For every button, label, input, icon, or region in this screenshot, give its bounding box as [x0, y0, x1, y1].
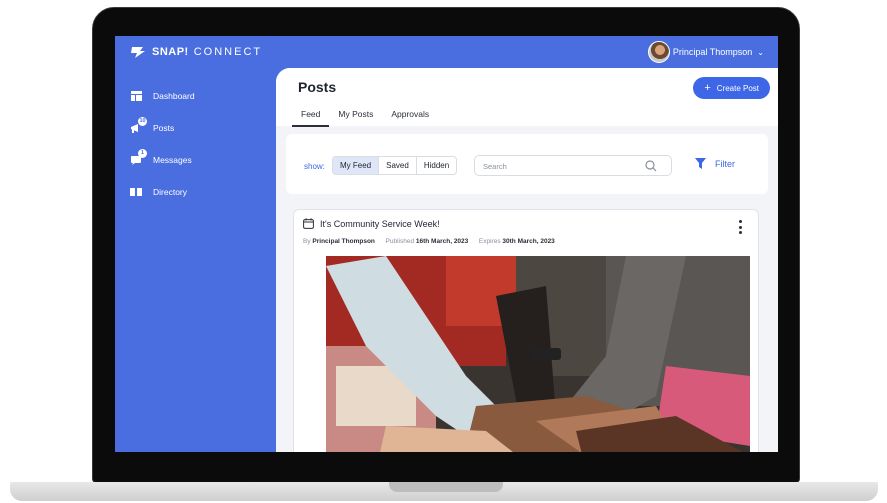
- chevron-down-icon: ⌄: [757, 47, 764, 57]
- dashboard-icon: [129, 90, 143, 102]
- filter-funnel-icon: [695, 158, 706, 169]
- post-card[interactable]: It's Community Service Week! By Principa…: [293, 209, 759, 452]
- filter-bar: show: My Feed Saved Hidden Search Filter: [286, 134, 768, 194]
- published-label: Published: [385, 238, 415, 245]
- app-logo[interactable]: SNAP! CONNECT: [129, 44, 262, 60]
- snap-logo-icon: [131, 47, 145, 58]
- user-name: Principal Thompson: [672, 47, 753, 57]
- feed-filter-toggle: My Feed Saved Hidden: [332, 156, 458, 175]
- saved-option[interactable]: Saved: [379, 157, 417, 174]
- brand-name-bold: SNAP!: [152, 46, 189, 58]
- tab-my-posts[interactable]: My Posts: [329, 106, 382, 127]
- show-label: show:: [304, 162, 325, 171]
- my-feed-option[interactable]: My Feed: [333, 157, 380, 174]
- sidebar-item-label: Posts: [153, 123, 175, 133]
- main-content: Posts + Create Post Feed My Posts Approv…: [276, 68, 778, 452]
- post-image: [326, 256, 750, 452]
- sidebar-item-label: Messages: [153, 155, 192, 165]
- sidebar-item-dashboard[interactable]: Dashboard: [129, 90, 195, 102]
- create-post-label: Create Post: [716, 83, 759, 93]
- filter-button[interactable]: Filter: [695, 158, 735, 169]
- post-title[interactable]: It's Community Service Week!: [320, 219, 440, 229]
- tab-feed[interactable]: Feed: [292, 106, 330, 127]
- search-icon[interactable]: [645, 160, 657, 172]
- expires-label: Expires: [478, 238, 501, 245]
- expires-date: 30th March, 2023: [502, 238, 555, 245]
- tab-bar: Feed My Posts Approvals: [292, 106, 438, 127]
- page-title: Posts: [298, 79, 337, 95]
- user-menu[interactable]: Principal Thompson ⌄: [647, 41, 764, 63]
- hidden-option[interactable]: Hidden: [416, 157, 457, 174]
- plus-icon: +: [704, 81, 711, 94]
- published-date: 16th March, 2023: [415, 238, 469, 245]
- app-screen: SNAP! CONNECT Principal Thompson ⌄ Dashb…: [115, 36, 778, 452]
- laptop-notch: [389, 482, 503, 492]
- search-placeholder: Search: [483, 162, 507, 171]
- search-input[interactable]: Search: [474, 155, 672, 176]
- hands-together-photo: [326, 256, 750, 452]
- create-post-button[interactable]: + Create Post: [693, 77, 770, 99]
- directory-icon: [129, 186, 143, 198]
- post-title-row: It's Community Service Week!: [303, 218, 440, 229]
- messages-icon: 1: [129, 149, 147, 166]
- brand-name-light: CONNECT: [193, 46, 263, 58]
- more-options-icon[interactable]: [738, 220, 742, 234]
- sidebar-item-label: Directory: [153, 187, 188, 197]
- filter-label: Filter: [715, 158, 735, 169]
- post-author: Principal Thompson: [312, 238, 375, 245]
- sidebar: Dashboard 10 Posts 1 Messages Directory: [115, 68, 276, 452]
- by-label: By: [303, 238, 311, 245]
- sidebar-item-directory[interactable]: Directory: [129, 186, 187, 198]
- posts-icon: 10: [129, 117, 147, 134]
- calendar-icon: [303, 218, 314, 229]
- messages-badge: 1: [138, 149, 147, 158]
- laptop-mockup: SNAP! CONNECT Principal Thompson ⌄ Dashb…: [0, 0, 887, 503]
- top-bar: SNAP! CONNECT Principal Thompson ⌄: [115, 36, 778, 68]
- tab-approvals[interactable]: Approvals: [382, 106, 438, 127]
- avatar: [647, 41, 670, 63]
- sidebar-item-label: Dashboard: [153, 91, 195, 101]
- page-header: Posts + Create Post Feed My Posts Approv…: [276, 68, 778, 127]
- sidebar-item-messages[interactable]: 1 Messages: [129, 149, 192, 166]
- sidebar-item-posts[interactable]: 10 Posts: [129, 117, 175, 134]
- posts-badge: 10: [138, 117, 147, 126]
- post-meta: By Principal Thompson Published 16th Mar…: [303, 238, 555, 245]
